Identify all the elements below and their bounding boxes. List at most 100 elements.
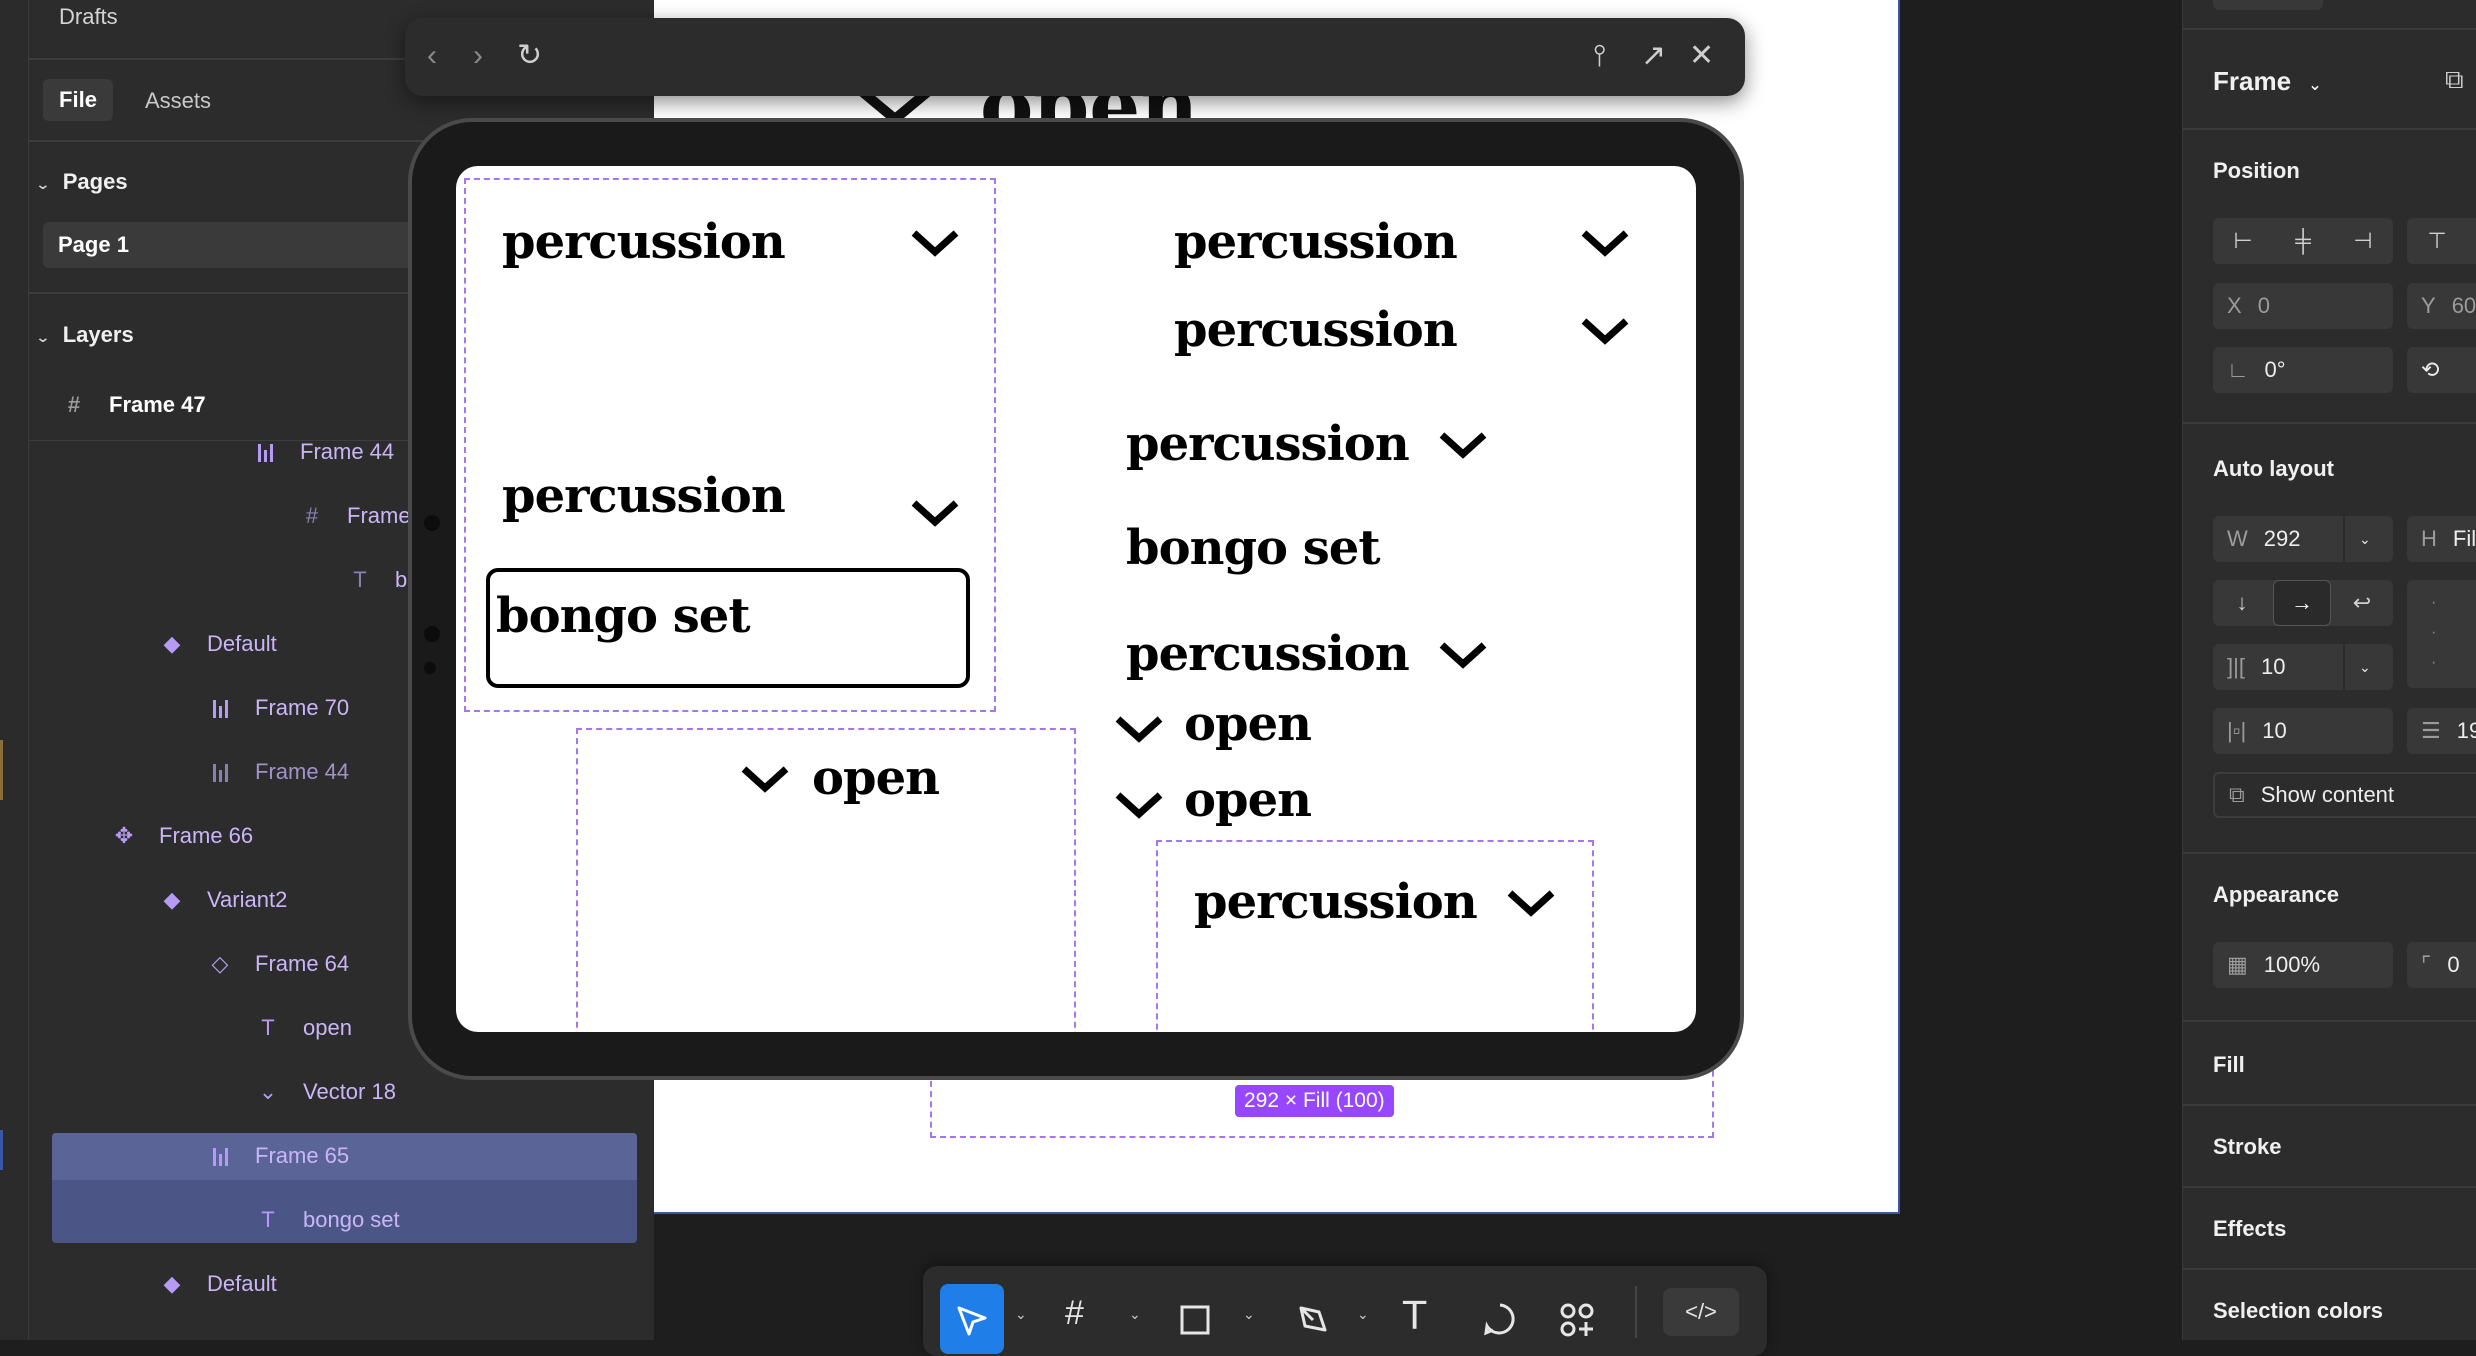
open-label[interactable]: open [812, 750, 940, 806]
x-position-field[interactable]: X0 [2213, 283, 2393, 329]
chevron-down-icon[interactable] [1438, 640, 1488, 670]
layer-row[interactable]: # Frame [299, 498, 411, 534]
layer-row[interactable]: Tbongo set [255, 1202, 399, 1238]
width-field[interactable]: W 292 [2213, 516, 2343, 562]
vertical-align-group: ⊤ [2407, 218, 2476, 264]
rectangle-tool-icon[interactable] [1179, 1304, 1211, 1336]
actions-tool-icon[interactable] [1559, 1302, 1595, 1338]
flip-icon: ⟲ [2421, 357, 2440, 382]
show-content-toggle[interactable]: ⧉ Show content [2213, 772, 2476, 818]
forward-icon[interactable]: › [473, 38, 483, 74]
layer-row[interactable]: Topen [255, 1010, 352, 1046]
option-label[interactable]: bongo set [1126, 520, 1380, 576]
fill-heading[interactable]: Fill [2213, 1052, 2245, 1078]
dropdown-label[interactable]: percussion [1174, 302, 1458, 358]
dropdown-label[interactable]: percussion [1126, 626, 1410, 682]
layer-label: Vector 18 [303, 1079, 396, 1104]
text-tool-icon[interactable]: T [1403, 1294, 1426, 1338]
tab-file[interactable]: File [43, 79, 113, 121]
chevron-down-icon[interactable] [1114, 714, 1164, 744]
chevron-down-icon[interactable] [910, 228, 960, 258]
prototype-screen[interactable]: percussion percussion bongo set open per… [456, 166, 1696, 1032]
chevron-down-icon[interactable] [910, 498, 960, 528]
horizontal-padding-field[interactable]: |▫| 10 [2213, 708, 2393, 754]
corner-radius-field[interactable]: ⌜ 0 [2407, 942, 2476, 988]
open-label[interactable]: open [1184, 772, 1312, 828]
chevron-down-icon[interactable] [1506, 888, 1556, 918]
pages-section-header[interactable]: ⌄ Pages [35, 169, 127, 195]
arrow-right-icon[interactable]: → [2273, 580, 2331, 626]
chevron-down-icon[interactable] [1114, 790, 1164, 820]
dropdown-label[interactable]: percussion [1174, 214, 1458, 270]
effects-heading[interactable]: Effects [2213, 1216, 2286, 1242]
chevron-down-icon[interactable] [1438, 430, 1488, 460]
dropdown-label[interactable]: percussion [1126, 416, 1410, 472]
wrap-icon[interactable]: ↩ [2333, 580, 2391, 626]
chevron-down-icon[interactable]: ⌄ [1015, 1306, 1027, 1323]
layer-row[interactable]: Frame 44 [207, 754, 349, 790]
y-position-field[interactable]: Y 60 [2407, 283, 2476, 329]
layer-row[interactable]: ⌄ Vector 18 [255, 1074, 396, 1110]
layer-row[interactable]: ✥ Frame 66 [111, 818, 253, 854]
rotation-field[interactable]: ∟ 0° [2213, 347, 2393, 393]
reload-icon[interactable]: ↻ [517, 38, 542, 74]
chevron-down-icon[interactable] [740, 764, 790, 794]
open-label[interactable]: open [1184, 696, 1312, 752]
tab-assets[interactable]: Assets [145, 88, 211, 114]
move-tool-icon[interactable] [955, 1304, 989, 1338]
transform-options[interactable]: ⟲ [2407, 347, 2476, 393]
layer-row[interactable]: Tb [347, 562, 407, 598]
gap-field[interactable]: ]|[10 [2213, 644, 2343, 690]
clip-content-icon: ⧉ [2229, 782, 2245, 807]
opacity-field[interactable]: ▦ 100% [2213, 942, 2393, 988]
top-cropped-control[interactable] [2213, 0, 2323, 10]
layers-section-header[interactable]: ⌄ Layers [35, 322, 133, 348]
open-external-icon[interactable]: ↗ [1641, 38, 1666, 74]
alignment-dot: · [2431, 624, 2437, 641]
height-field[interactable]: H Fill [2407, 516, 2476, 562]
align-top-icon[interactable]: ⊤ [2407, 218, 2467, 264]
dropdown-label[interactable]: percussion [1194, 874, 1478, 930]
stroke-heading[interactable]: Stroke [2213, 1134, 2281, 1160]
gap-icon: ]|[ [2227, 654, 2245, 679]
align-right-icon[interactable]: ⊣ [2333, 218, 2393, 264]
back-icon[interactable]: ‹ [427, 38, 437, 74]
chevron-down-icon: ⌄ [2359, 658, 2371, 675]
layer-row[interactable]: ◆ Default [159, 626, 277, 662]
chevron-down-icon[interactable] [1580, 316, 1630, 346]
chevron-down-icon[interactable]: ⌄ [1243, 1306, 1255, 1323]
alignment-grid[interactable] [2407, 580, 2476, 688]
dev-mode-toggle[interactable]: </> [1663, 1288, 1739, 1336]
arrow-down-icon[interactable]: ↓ [2213, 580, 2271, 626]
close-icon[interactable]: ✕ [1689, 38, 1714, 74]
layer-row[interactable]: Frame 44 [252, 434, 394, 470]
chevron-down-icon[interactable] [1580, 228, 1630, 258]
copy-frame-icon[interactable]: ⧉ [2445, 64, 2464, 96]
layer-row[interactable]: ◇ Frame 64 [207, 946, 350, 982]
text-icon: T [261, 1015, 275, 1040]
layer-label: Frame 44 [300, 439, 395, 464]
vertical-padding-field[interactable]: ☰ 19 [2407, 708, 2476, 754]
layer-row[interactable]: # Frame 47 [61, 387, 206, 423]
dropdown-label[interactable]: percussion [502, 214, 786, 270]
align-center-icon[interactable]: ╪ [2273, 218, 2333, 264]
chevron-down-icon[interactable]: ⌄ [1129, 1306, 1141, 1323]
dropdown-label[interactable]: percussion [502, 468, 786, 524]
layer-row[interactable]: ◆ Default [159, 1266, 277, 1302]
comment-tool-icon[interactable] [1483, 1302, 1517, 1336]
align-left-icon[interactable]: ⊢ [2213, 218, 2273, 264]
chevron-down-icon[interactable]: ⌄ [1357, 1306, 1369, 1323]
settings-sliders-icon[interactable]: ⫯ [1593, 38, 1606, 74]
page-item-1[interactable]: Page 1 [43, 222, 438, 268]
layer-row[interactable]: ◆ Variant2 [159, 882, 288, 918]
divider [1635, 1286, 1637, 1338]
drafts-label[interactable]: Drafts [59, 4, 118, 30]
frame-tool-icon[interactable]: # [1065, 1294, 1084, 1333]
layer-row-selected[interactable]: Frame 65 [207, 1138, 349, 1174]
frame-type-dropdown[interactable]: Frame ⌄ [2213, 66, 2322, 97]
width-mode-dropdown[interactable]: ⌄ [2345, 516, 2393, 562]
selection-colors-heading[interactable]: Selection colors [2213, 1298, 2383, 1324]
layer-row[interactable]: Frame 70 [207, 690, 349, 726]
gap-mode-dropdown[interactable]: ⌄ [2345, 644, 2393, 690]
pen-tool-icon[interactable] [1295, 1302, 1329, 1336]
